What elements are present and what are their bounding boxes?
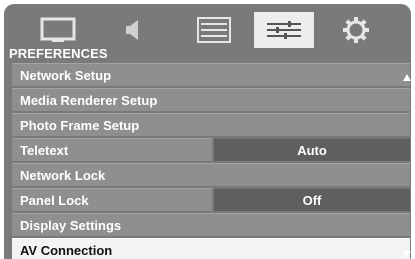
menu-item-label: Photo Frame Setup xyxy=(12,113,410,136)
list-icon xyxy=(197,17,231,43)
menu-item-display-settings[interactable]: Display Settings xyxy=(12,213,410,236)
tab-picture[interactable] xyxy=(28,10,88,50)
menu-item-label: Network Setup xyxy=(12,63,410,86)
section-title: PREFERENCES xyxy=(9,46,108,61)
menu-item-network-setup[interactable]: Network Setup xyxy=(12,63,410,86)
menu-item-label: Display Settings xyxy=(12,213,410,236)
menu-item-label: Media Renderer Setup xyxy=(12,88,410,111)
teletext-value[interactable]: Auto xyxy=(214,138,410,161)
sliders-icon xyxy=(264,18,304,42)
preferences-menu: Network Setup Media Renderer Setup Photo… xyxy=(12,63,410,259)
menu-panel: PREFERENCES Network Setup Media Renderer… xyxy=(4,4,411,259)
menu-item-panel-lock[interactable]: Panel Lock Off xyxy=(12,188,410,211)
tab-setup[interactable] xyxy=(184,10,244,50)
menu-tab-bar xyxy=(4,4,411,48)
menu-item-label: Teletext xyxy=(12,138,212,161)
menu-item-label: Panel Lock xyxy=(12,188,212,211)
tab-sound[interactable] xyxy=(104,10,164,50)
scroll-up-arrow-icon[interactable] xyxy=(403,74,411,81)
menu-item-label: AV Connection xyxy=(12,238,410,259)
menu-item-label: Network Lock xyxy=(12,163,410,186)
tv-menu-screen: PREFERENCES Network Setup Media Renderer… xyxy=(0,0,415,259)
menu-item-av-connection[interactable]: AV Connection xyxy=(12,238,410,259)
panel-lock-value[interactable]: Off xyxy=(214,188,410,211)
scroll-down-arrow-icon[interactable] xyxy=(403,251,411,258)
tab-preferences[interactable] xyxy=(254,12,314,48)
menu-item-network-lock[interactable]: Network Lock xyxy=(12,163,410,186)
screen-icon xyxy=(40,17,76,43)
gear-icon xyxy=(341,15,371,45)
tab-settings[interactable] xyxy=(326,10,386,50)
menu-item-photo-frame-setup[interactable]: Photo Frame Setup xyxy=(12,113,410,136)
menu-item-media-renderer-setup[interactable]: Media Renderer Setup xyxy=(12,88,410,111)
speaker-icon xyxy=(121,17,147,43)
menu-item-teletext[interactable]: Teletext Auto xyxy=(12,138,410,161)
